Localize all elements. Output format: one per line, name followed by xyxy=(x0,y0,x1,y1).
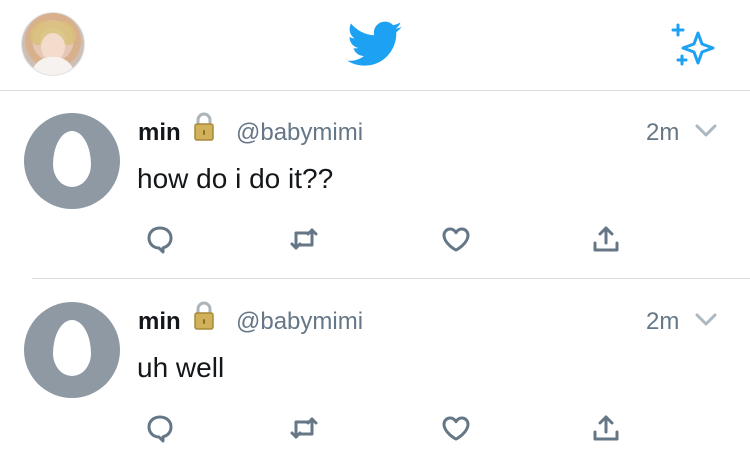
egg-avatar[interactable] xyxy=(24,113,120,209)
tweet-text: uh well xyxy=(137,352,225,383)
heart-icon[interactable] xyxy=(440,412,472,444)
retweet-icon[interactable] xyxy=(288,412,320,444)
top-bar xyxy=(0,0,750,91)
chevron-down-icon[interactable] xyxy=(694,310,718,330)
retweet-icon[interactable] xyxy=(288,223,320,255)
tweet-text: how do i do it?? xyxy=(137,163,334,194)
share-icon[interactable] xyxy=(590,412,622,444)
twitter-bird-icon xyxy=(346,20,404,68)
egg-avatar[interactable] xyxy=(24,302,120,398)
tweet-divider xyxy=(32,278,750,279)
tweet-time: 2m xyxy=(646,308,680,335)
sparkle-icon[interactable] xyxy=(667,20,719,68)
tweet-item[interactable]: min @babymimi 2m how do i do it?? xyxy=(0,91,750,281)
lock-icon xyxy=(192,300,216,332)
profile-avatar[interactable] xyxy=(21,12,85,76)
reply-icon[interactable] xyxy=(144,223,176,255)
reply-icon[interactable] xyxy=(144,412,176,444)
tweet-handle[interactable]: @babymimi xyxy=(236,308,363,336)
heart-icon[interactable] xyxy=(440,223,472,255)
tweet-author-name: min xyxy=(138,119,181,146)
tweet-time: 2m xyxy=(646,119,680,146)
chevron-down-icon[interactable] xyxy=(694,121,718,141)
lock-icon xyxy=(192,111,216,143)
share-icon[interactable] xyxy=(590,223,622,255)
tweet-item[interactable]: min @babymimi 2m uh well xyxy=(0,280,750,470)
tweet-handle[interactable]: @babymimi xyxy=(236,119,363,147)
tweet-author-name: min xyxy=(138,308,181,335)
